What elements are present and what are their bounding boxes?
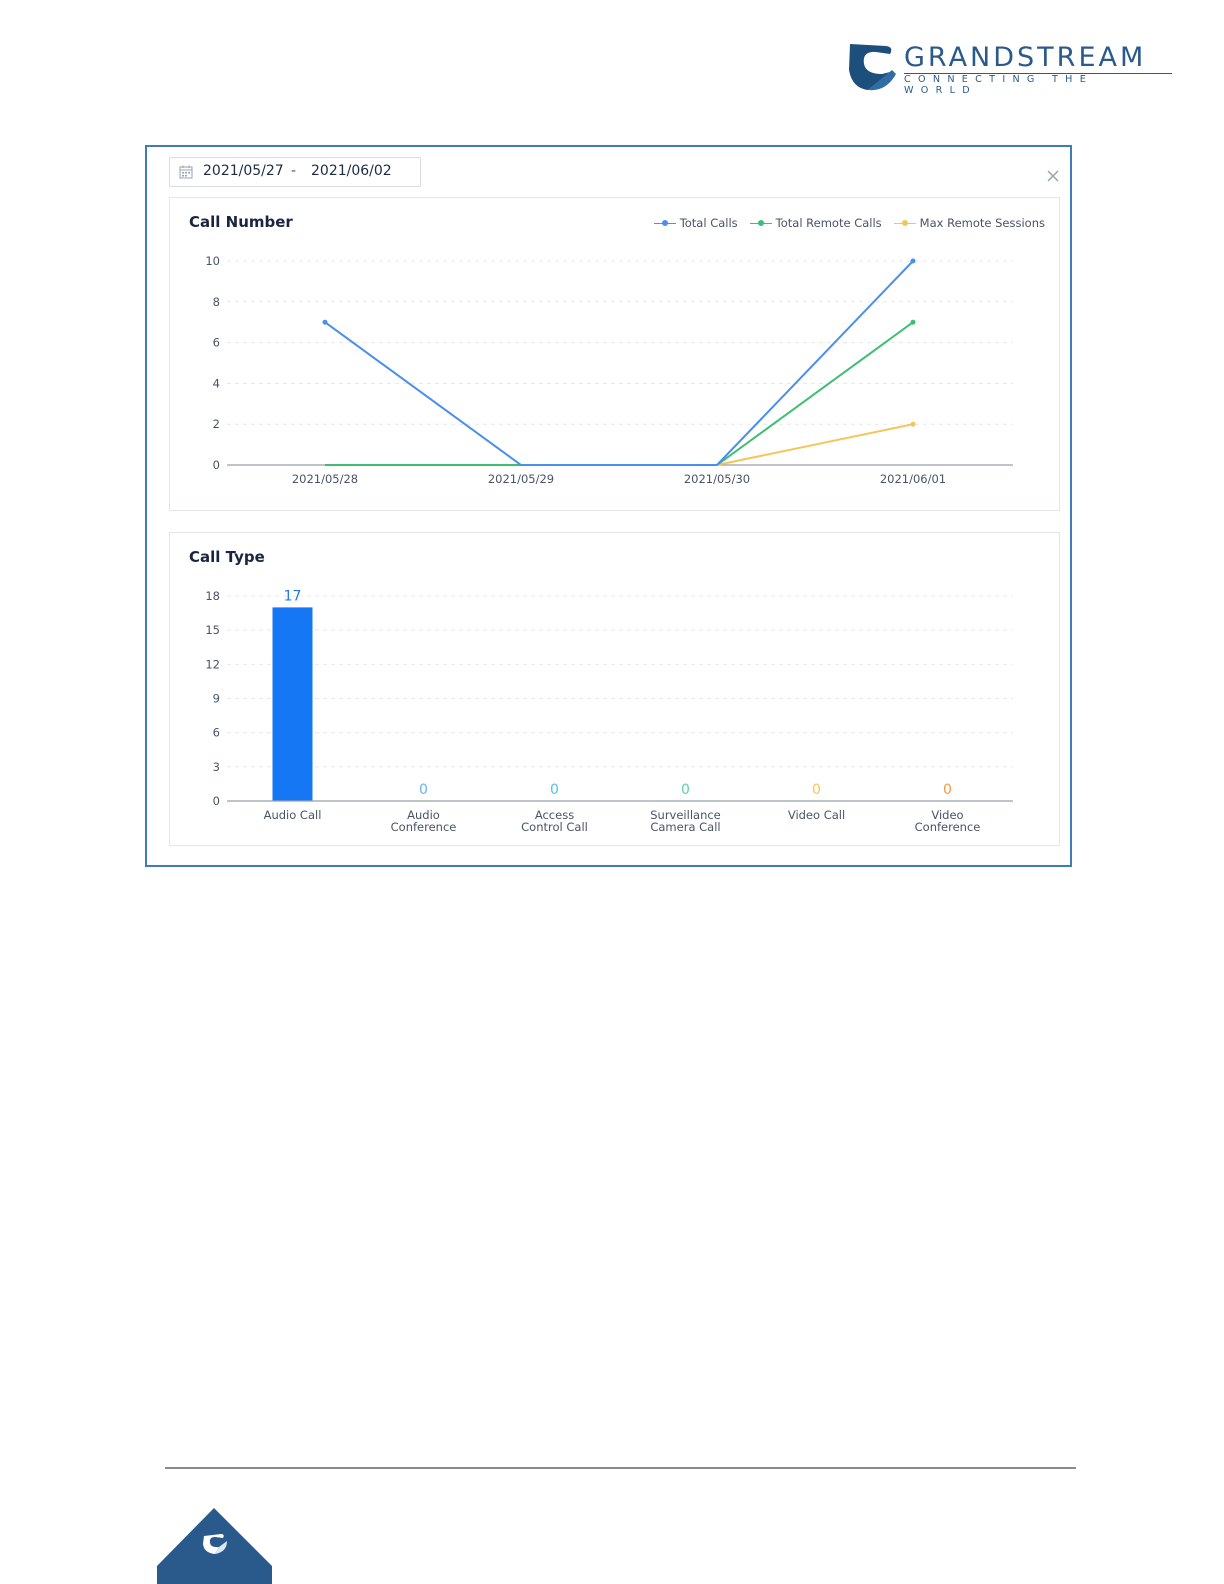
bar-value-label: 0 [943, 782, 952, 798]
bar-value-label: 0 [812, 782, 821, 798]
footer-logo-icon [157, 1508, 272, 1584]
bar-value-label: 0 [550, 782, 559, 798]
call-type-panel: Call Type 0 3 6 9 12 15 18 17 Audio Call 0 Audio Co… [169, 532, 1060, 846]
y-tick-label: 0 [213, 794, 220, 808]
close-icon[interactable] [1044, 167, 1062, 185]
series-line [325, 423, 914, 466]
x-tick-label: Surveillance Camera Call [650, 808, 721, 834]
y-tick-label: 0 [213, 458, 220, 472]
brand-tagline: CONNECTING THE WORLD [904, 74, 1094, 96]
date-range-picker[interactable]: 2021/05/27 - 2021/06/02 [169, 157, 421, 187]
data-point[interactable] [910, 421, 916, 427]
footer-rule [165, 1467, 1076, 1469]
y-tick-label: 4 [213, 376, 220, 390]
brand-name: GRANDSTREAM [904, 42, 1147, 73]
data-point[interactable] [322, 319, 328, 325]
x-tick-label: Audio Call [264, 808, 322, 822]
grandstream-logo-icon [849, 44, 896, 91]
data-point[interactable] [910, 258, 916, 264]
call-number-panel: Call Number Total Calls Total Remote Call… [169, 197, 1060, 511]
series-line [324, 260, 914, 466]
x-tick-label: 2021/05/28 [292, 472, 358, 486]
y-tick-label: 15 [205, 623, 220, 637]
y-tick-label: 2 [213, 417, 220, 431]
x-tick-label: Video Call [788, 808, 845, 822]
bar-value-label: 0 [681, 782, 690, 798]
call-number-chart: 0 2 4 6 8 10 2021/05/28 2021/05/29 2021/05/30 202… [205, 254, 1013, 486]
start-date[interactable]: 2021/05/27 [203, 163, 284, 179]
data-point[interactable] [910, 319, 916, 325]
bar-value-label: 0 [419, 782, 428, 798]
end-date[interactable]: 2021/06/02 [311, 163, 392, 179]
call-type-chart: 0 3 6 9 12 15 18 17 Audio Call 0 Audio Conference 0 A… [205, 588, 1013, 834]
y-tick-label: 18 [205, 589, 220, 603]
y-tick-label: 12 [205, 657, 220, 671]
y-tick-label: 10 [205, 254, 220, 268]
y-tick-label: 8 [213, 295, 220, 309]
x-tick-label: Audio Conference [391, 808, 457, 834]
bar-value-label: 17 [284, 588, 302, 604]
x-tick-label: Access Control Call [521, 808, 588, 834]
y-tick-label: 6 [213, 336, 220, 350]
date-separator: - [291, 163, 297, 179]
y-tick-label: 9 [213, 692, 220, 706]
bar[interactable] [272, 607, 313, 801]
report-dialog: 2021/05/27 - 2021/06/02 Call Number Tota… [145, 145, 1072, 867]
grandstream-logo: GRANDSTREAM CONNECTING THE WORLD [846, 40, 1176, 96]
y-tick-label: 3 [213, 760, 220, 774]
y-tick-label: 6 [213, 726, 220, 740]
x-tick-label: 2021/05/30 [684, 472, 750, 486]
x-tick-label: 2021/06/01 [880, 472, 946, 486]
x-tick-label: 2021/05/29 [488, 472, 554, 486]
calendar-icon [179, 165, 193, 179]
x-tick-label: Video Conference [915, 808, 981, 834]
